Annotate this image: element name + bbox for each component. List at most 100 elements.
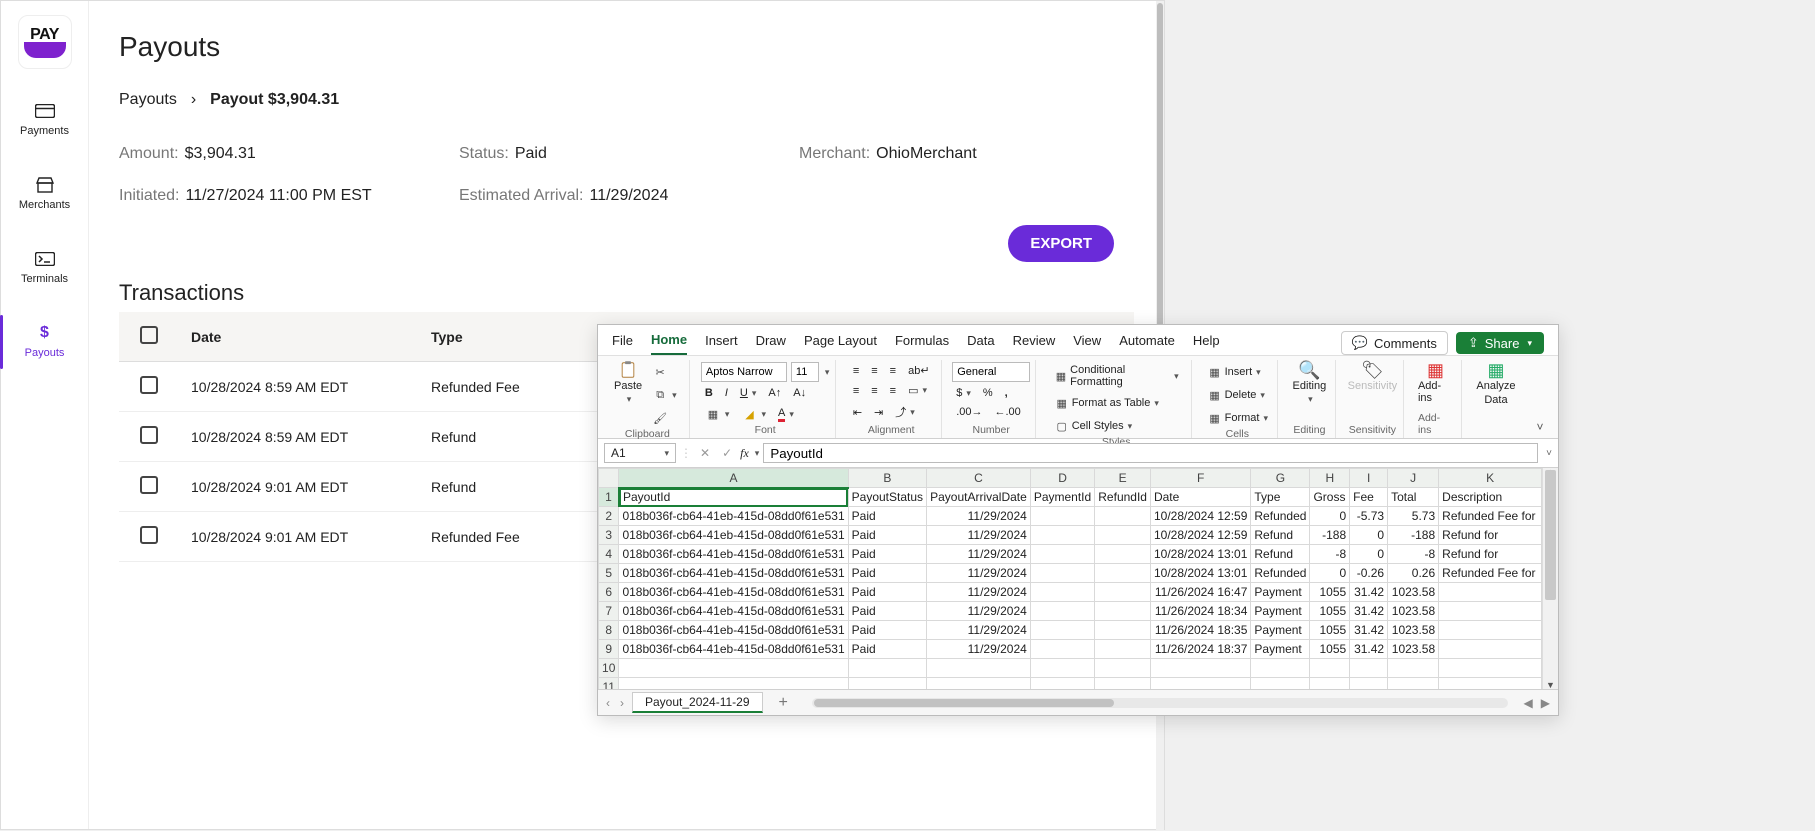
cell-G11[interactable] [1251,678,1310,690]
col-header-E[interactable]: E [1095,469,1151,488]
name-box[interactable]: A1 ▾ [604,443,676,463]
currency-button[interactable]: $▾ [952,385,975,401]
cell-B8[interactable]: Paid [848,621,926,640]
checkbox-icon[interactable] [140,526,158,544]
cell-K1[interactable]: Description [1439,488,1542,507]
scroll-down-icon[interactable]: ▼ [1543,680,1558,689]
row-header-3[interactable]: 3 [599,526,619,545]
grid-vertical-scrollbar[interactable]: ▲ ▼ [1542,468,1558,689]
cell-D5[interactable] [1030,564,1094,583]
checkbox-icon[interactable] [140,326,158,344]
format-cells-button[interactable]: ▦Format▾ [1203,408,1272,428]
underline-button[interactable]: U▾ [736,385,760,401]
row-header-5[interactable]: 5 [599,564,619,583]
cell-B7[interactable]: Paid [848,602,926,621]
cell-J9[interactable]: 1023.58 [1388,640,1439,659]
col-header-F[interactable]: F [1150,469,1250,488]
editing-button[interactable]: 🔍 Editing ▾ [1293,362,1327,405]
select-all-corner[interactable] [599,469,619,488]
cell-F11[interactable] [1150,678,1250,690]
col-header-D[interactable]: D [1030,469,1094,488]
col-header-A[interactable]: A [619,469,848,488]
increase-indent-button[interactable]: ⇥ [870,404,887,421]
breadcrumb-root[interactable]: Payouts [119,91,177,109]
row-header-11[interactable]: 11 [599,678,619,690]
cell-G9[interactable]: Payment [1251,640,1310,659]
excel-tab-page-layout[interactable]: Page Layout [804,333,877,354]
scrollbar-thumb[interactable] [814,699,1114,707]
number-format-select[interactable] [952,362,1030,382]
cell-C3[interactable]: 11/29/2024 [927,526,1031,545]
col-header-C[interactable]: C [927,469,1031,488]
sheet-tab[interactable]: Payout_2024-11-29 [632,692,763,713]
scrollbar-thumb[interactable] [1545,470,1556,600]
cell-J4[interactable]: -8 [1388,545,1439,564]
italic-button[interactable]: I [721,385,732,401]
cell-B4[interactable]: Paid [848,545,926,564]
cell-C11[interactable] [927,678,1031,690]
cell-G6[interactable]: Payment [1251,583,1310,602]
cell-C2[interactable]: 11/29/2024 [927,507,1031,526]
excel-tab-view[interactable]: View [1073,333,1101,354]
cell-A6[interactable]: 018b036f-cb64-41eb-415d-08dd0f61e531 [619,583,848,602]
share-button[interactable]: ⇪Share▾ [1456,332,1544,354]
cell-B1[interactable]: PayoutStatus [848,488,926,507]
font-name-select[interactable] [701,362,787,382]
cell-E5[interactable] [1095,564,1151,583]
merge-button[interactable]: ▭▾ [904,382,931,399]
cell-F4[interactable]: 10/28/2024 13:01 [1150,545,1250,564]
cell-F10[interactable] [1150,659,1250,678]
cell-H6[interactable]: 1055 [1310,583,1350,602]
paste-button[interactable]: Paste ▾ [614,362,642,405]
cell-A1[interactable]: PayoutId [619,488,848,507]
cell-F5[interactable]: 10/28/2024 13:01 [1150,564,1250,583]
ribbon-collapse-button[interactable]: ˅ [1530,420,1550,438]
bold-button[interactable]: B [701,385,717,401]
cell-H3[interactable]: -188 [1310,526,1350,545]
cell-D1[interactable]: PaymentId [1030,488,1094,507]
cell-J6[interactable]: 1023.58 [1388,583,1439,602]
scroll-left-icon[interactable]: ◀ [1524,696,1533,710]
cell-K7[interactable] [1439,602,1542,621]
analyze-data-button[interactable]: ▦ Analyze Data [1476,362,1515,406]
align-bottom-button[interactable]: ≡ [886,363,900,379]
cell-D7[interactable] [1030,602,1094,621]
cell-B3[interactable]: Paid [848,526,926,545]
sidebar-item-payouts[interactable]: $ Payouts [1,319,89,365]
cell-B5[interactable]: Paid [848,564,926,583]
cell-D6[interactable] [1030,583,1094,602]
cell-K8[interactable] [1439,621,1542,640]
cell-C7[interactable]: 11/29/2024 [927,602,1031,621]
cell-E4[interactable] [1095,545,1151,564]
borders-button[interactable]: ▦▾ [701,404,734,424]
cell-I9[interactable]: 31.42 [1350,640,1388,659]
font-color-button[interactable]: A▾ [774,405,798,424]
expand-formula-bar-button[interactable]: ˅ [1542,448,1552,459]
cell-C4[interactable]: 11/29/2024 [927,545,1031,564]
cell-B10[interactable] [848,659,926,678]
cell-C8[interactable]: 11/29/2024 [927,621,1031,640]
increase-decimal-button[interactable]: .00→ [952,404,986,420]
formula-input[interactable] [763,443,1538,463]
conditional-formatting-button[interactable]: ▦Conditional Formatting▾ [1050,362,1183,390]
percent-button[interactable]: % [979,385,997,401]
format-as-table-button[interactable]: ▦Format as Table▾ [1050,393,1163,413]
spreadsheet-grid[interactable]: ABCDEFGHIJK1PayoutIdPayoutStatusPayoutAr… [598,468,1558,689]
grid-horizontal-scrollbar[interactable] [812,698,1508,708]
col-header-I[interactable]: I [1350,469,1388,488]
cell-A10[interactable] [619,659,848,678]
cell-K2[interactable]: Refunded Fee for [1439,507,1542,526]
cell-G4[interactable]: Refund [1251,545,1310,564]
cell-E1[interactable]: RefundId [1095,488,1151,507]
cell-G5[interactable]: Refunded [1251,564,1310,583]
excel-tab-draw[interactable]: Draw [756,333,786,354]
cell-G2[interactable]: Refunded [1251,507,1310,526]
cell-A9[interactable]: 018b036f-cb64-41eb-415d-08dd0f61e531 [619,640,848,659]
cell-F8[interactable]: 11/26/2024 18:35 [1150,621,1250,640]
sheet-next-button[interactable]: › [620,696,624,710]
cell-A3[interactable]: 018b036f-cb64-41eb-415d-08dd0f61e531 [619,526,848,545]
cell-A5[interactable]: 018b036f-cb64-41eb-415d-08dd0f61e531 [619,564,848,583]
cell-E11[interactable] [1095,678,1151,690]
align-right-button[interactable]: ≡ [886,383,900,399]
col-header-H[interactable]: H [1310,469,1350,488]
